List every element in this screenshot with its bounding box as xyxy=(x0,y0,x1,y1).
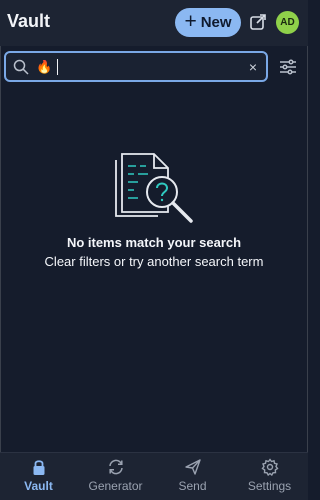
nav-label-send: Send xyxy=(178,479,207,493)
new-item-button[interactable]: + New xyxy=(175,8,241,37)
refresh-icon xyxy=(108,459,123,475)
nav-item-settings[interactable]: Settings xyxy=(231,453,308,500)
search-field[interactable]: × xyxy=(4,51,268,82)
gear-icon xyxy=(261,458,278,476)
filter-sliders-icon[interactable] xyxy=(279,58,297,76)
clear-search-icon[interactable]: × xyxy=(246,58,260,76)
page-title: Vault xyxy=(7,11,51,31)
search-icon xyxy=(13,59,29,75)
nav-item-send[interactable]: Send xyxy=(154,453,231,500)
search-input[interactable] xyxy=(36,56,236,78)
avatar[interactable]: AD xyxy=(276,11,299,34)
nav-item-vault[interactable]: Vault xyxy=(0,453,77,500)
new-button-label: New xyxy=(200,14,232,31)
nav-item-generator[interactable]: Generator xyxy=(77,453,154,500)
empty-state-subtitle: Clear filters or try another search term xyxy=(44,254,264,269)
nav-label-vault: Vault xyxy=(24,479,53,493)
send-icon xyxy=(184,459,201,475)
plus-icon: + xyxy=(184,10,197,33)
popout-icon[interactable] xyxy=(249,13,267,31)
app-header: Vault + New AD xyxy=(0,0,308,46)
bottom-nav: Vault Generator Send Settings xyxy=(0,452,308,500)
nav-label-generator: Generator xyxy=(88,479,143,493)
empty-state-title: No items match your search xyxy=(66,235,242,250)
lock-icon xyxy=(33,460,44,475)
nav-label-settings: Settings xyxy=(247,479,292,493)
text-caret xyxy=(57,59,58,75)
document-search-icon xyxy=(115,153,193,223)
